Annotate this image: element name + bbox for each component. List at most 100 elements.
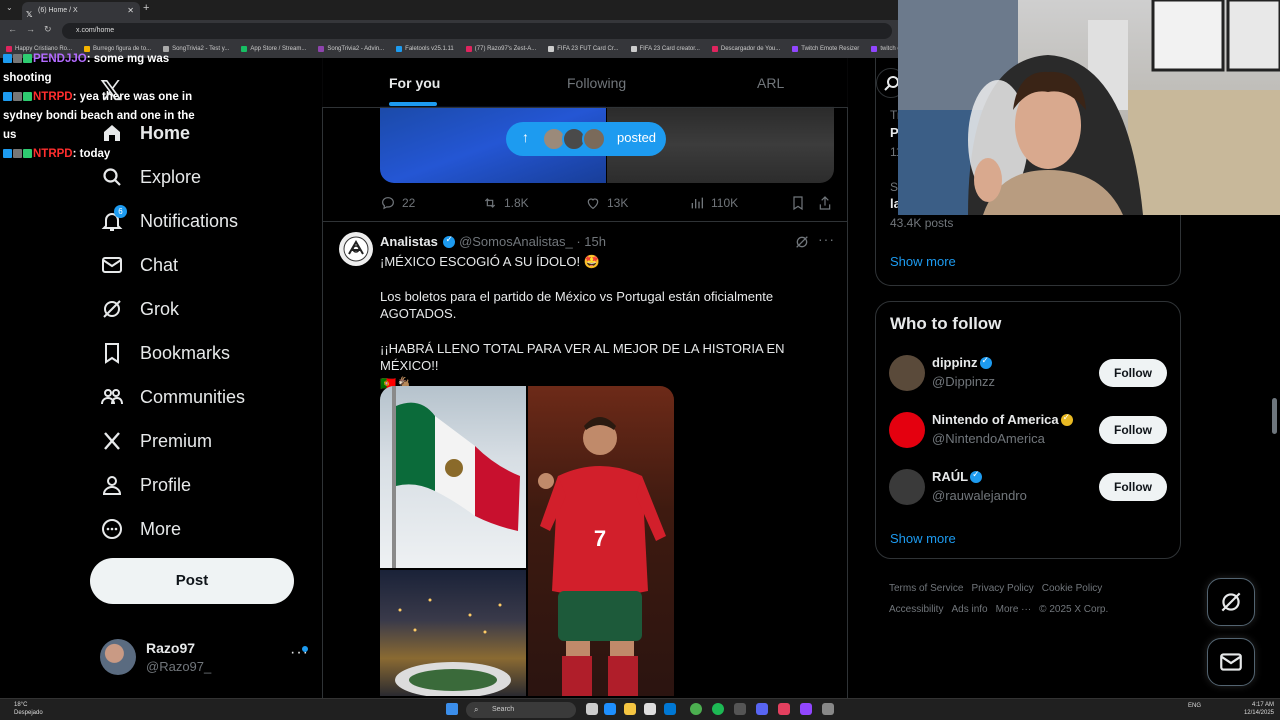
task-view-icon[interactable] (586, 703, 598, 715)
views-button[interactable]: 110K (689, 195, 738, 211)
bookmark-item[interactable]: App Store / Stream... (235, 42, 312, 58)
account-switcher[interactable]: Razo97 @Razo97_ ··· (100, 638, 314, 678)
weather-widget[interactable]: 18°C Despejado (14, 701, 43, 717)
taskbar-clock[interactable]: 4:17 AM 12/14/2025 (1238, 701, 1274, 717)
avatar (582, 127, 606, 151)
tweet-author-name[interactable]: Analistas (380, 234, 438, 249)
folder-icon[interactable] (624, 703, 636, 715)
spotify-icon[interactable] (712, 703, 724, 715)
follow-suggestion[interactable]: RAÚL @rauwalejandro Follow (889, 467, 1169, 507)
page-scrollbar[interactable] (1272, 398, 1277, 434)
messages-fab-button[interactable] (1207, 638, 1255, 686)
tab-menu-icon[interactable]: ⌄ (6, 3, 13, 12)
avatar[interactable] (889, 355, 925, 391)
share-button[interactable] (818, 195, 832, 211)
jersey-number: 7 (594, 526, 606, 551)
nav-item-communities[interactable]: Communities (100, 375, 245, 419)
x-logo-icon[interactable]: 𝕏 (100, 74, 123, 107)
repost-button[interactable]: 1.8K (482, 195, 529, 211)
url-field[interactable]: x.com/home (62, 23, 892, 39)
twitch-icon[interactable] (800, 703, 812, 715)
app-icon[interactable] (734, 703, 746, 715)
bookmark-item[interactable]: FIFA 23 FUT Card Cr... (542, 42, 624, 58)
nav-item-chat[interactable]: Chat (100, 243, 178, 287)
like-count: 13K (607, 196, 629, 210)
nav-item-more[interactable]: More (100, 507, 181, 551)
follow-button[interactable]: Follow (1099, 473, 1167, 501)
tweet-line-2: Los boletos para el partido de México vs… (380, 288, 774, 322)
tab-arl[interactable]: ARL (757, 75, 784, 91)
nav-item-notifications[interactable]: 6 Notifications (100, 199, 238, 243)
avatar[interactable] (889, 469, 925, 505)
back-icon[interactable]: ← (8, 24, 17, 34)
footer-link[interactable]: Cookie Policy (1042, 583, 1103, 594)
more-options-icon[interactable]: ··· (818, 231, 835, 247)
system-tray[interactable]: ENG (1188, 703, 1201, 709)
bookmark-item[interactable]: Faletools v25.1.11 (390, 42, 460, 58)
suggestion-name[interactable]: RAÚL (932, 469, 968, 484)
grok-icon[interactable] (794, 234, 810, 255)
nav-item-profile[interactable]: Profile (100, 463, 191, 507)
footer-link[interactable]: Privacy Policy (971, 583, 1033, 594)
bookmark-item[interactable]: twitch em (865, 42, 900, 58)
mail-app-icon[interactable] (664, 703, 676, 715)
follow-suggestion[interactable]: dippinz @Dippinzz Follow (889, 353, 1169, 393)
clock-time: 4:17 AM (1251, 702, 1274, 708)
suggestion-name-row: Nintendo of America (932, 412, 1073, 427)
reload-icon[interactable]: ↻ (44, 24, 52, 35)
tab-for-you[interactable]: For you (389, 75, 440, 91)
verified-badge-icon (443, 234, 456, 248)
app-icon[interactable] (778, 703, 790, 715)
nav-item-premium[interactable]: Premium (100, 419, 212, 463)
bookmark-item[interactable]: SongTrivia2 - Advin... (312, 42, 390, 58)
edge-icon[interactable] (604, 703, 616, 715)
suggestion-name[interactable]: Nintendo of America (932, 412, 1059, 427)
bookmark-item[interactable]: Descargador de You... (706, 42, 786, 58)
footer-link[interactable]: Ads info (951, 604, 987, 615)
bookmark-item[interactable]: FIFA 23 Card creator... (625, 42, 706, 58)
nav-item-grok[interactable]: Grok (100, 287, 179, 331)
bookmark-item[interactable]: Twitch Emote Resizer (786, 42, 865, 58)
store-icon[interactable] (644, 703, 656, 715)
nav-item-home[interactable]: Home (100, 111, 190, 155)
nav-item-explore[interactable]: Explore (100, 155, 201, 199)
grok-fab-button[interactable] (1207, 578, 1255, 626)
new-posts-pill[interactable]: ↑ posted (506, 122, 666, 156)
follow-button[interactable]: Follow (1099, 359, 1167, 387)
account-name: Razo97 (146, 640, 196, 656)
footer-link[interactable]: Terms of Service (889, 583, 963, 594)
views-count: 110K (711, 196, 739, 210)
photo-stadium[interactable] (380, 570, 526, 696)
grok-icon (1221, 592, 1241, 612)
photo-mexican-flag[interactable] (380, 386, 526, 568)
forward-icon[interactable]: → (26, 24, 35, 34)
nav-item-bookmarks[interactable]: Bookmarks (100, 331, 230, 375)
taskbar-search[interactable]: ⌕ Search (466, 702, 576, 718)
start-icon[interactable] (446, 703, 458, 715)
reply-button[interactable]: 22 (380, 195, 415, 211)
suggestion-name[interactable]: dippinz (932, 355, 978, 370)
footer-link[interactable]: Accessibility (889, 604, 943, 615)
tab-following[interactable]: Following (567, 75, 626, 91)
follow-button[interactable]: Follow (1099, 416, 1167, 444)
browser-tab[interactable]: 𝕏 (6) Home / X ✕ (22, 2, 140, 20)
follow-suggestion[interactable]: Nintendo of America @NintendoAmerica Follo… (889, 410, 1169, 450)
bookmark-item[interactable]: (77) Razo97's Zest-A... (460, 42, 543, 58)
tweet-time[interactable]: · 15h (576, 234, 606, 249)
post-button[interactable]: Post (90, 558, 294, 604)
footer-link[interactable]: More ··· (996, 604, 1032, 615)
share-icon (819, 196, 831, 210)
tweet-author-handle[interactable]: @SomosAnalistas_ (459, 234, 573, 249)
close-tab-icon[interactable]: ✕ (127, 2, 134, 20)
new-tab-icon[interactable]: + (143, 2, 149, 14)
bookmark-button[interactable] (791, 195, 805, 211)
who-to-follow-show-more-link[interactable]: Show more (890, 531, 956, 546)
discord-icon[interactable] (756, 703, 768, 715)
photo-ronaldo[interactable]: 7 (528, 386, 674, 696)
avatar[interactable] (889, 412, 925, 448)
trends-show-more-link[interactable]: Show more (890, 254, 956, 269)
settings-icon[interactable] (822, 703, 834, 715)
like-button[interactable]: 13K (585, 195, 628, 211)
chrome-icon[interactable] (690, 703, 702, 715)
avatar[interactable] (339, 232, 373, 266)
